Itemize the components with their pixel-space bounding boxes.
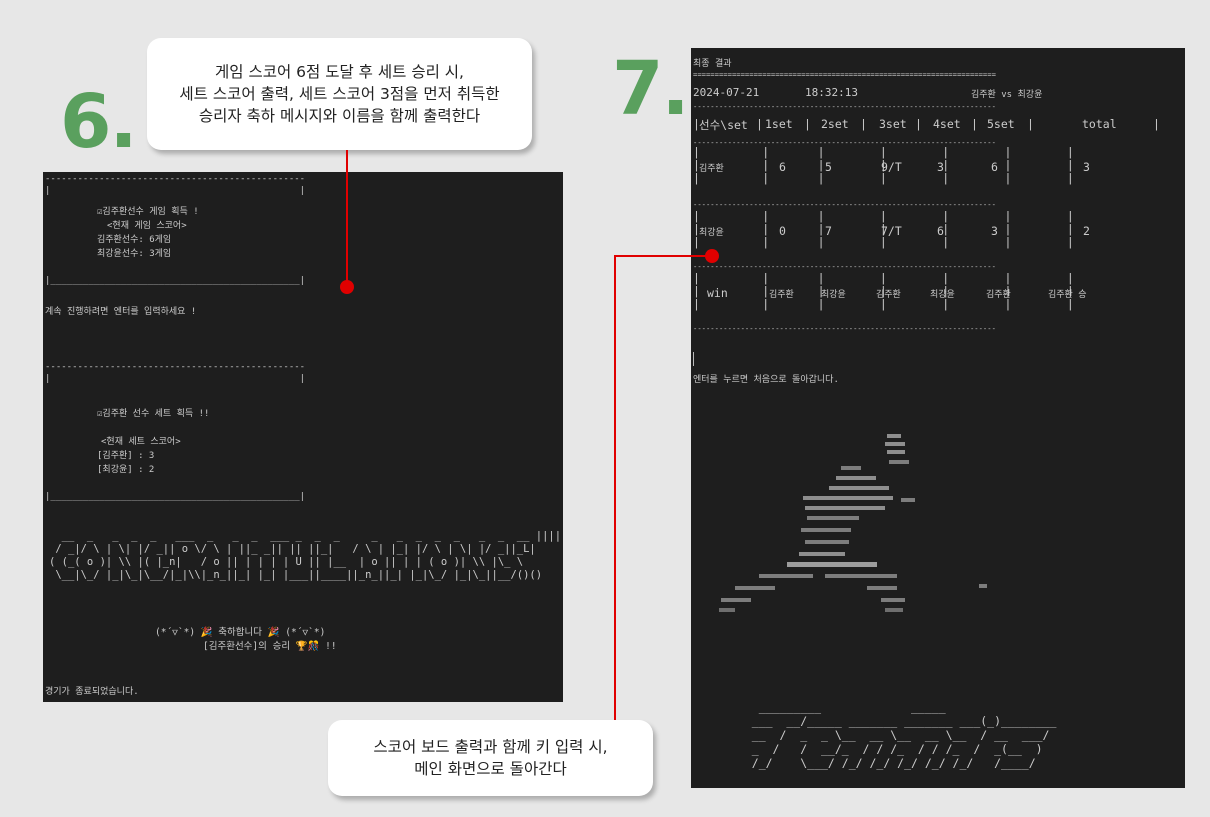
connector-line bbox=[614, 255, 616, 755]
callout-set-win: 게임 스코어 6점 도달 후 세트 승리 시, 세트 스코어 출력, 세트 스코… bbox=[147, 38, 532, 150]
set-box-subtitle: <현재 세트 스코어> bbox=[101, 437, 181, 447]
connector-dot bbox=[705, 249, 719, 263]
step-number-7: 7. bbox=[612, 46, 690, 132]
scoreboard-table: | 선수\set | 1set | 2set | 3set | 4set | 5… bbox=[693, 114, 1185, 333]
result-header: 최종 결과 bbox=[693, 59, 732, 69]
set-score-player2: [최강윤] : 2 bbox=[97, 465, 155, 475]
set-score: 0 bbox=[779, 224, 786, 238]
game-box-subtitle: <현재 게임 스코어> bbox=[107, 221, 187, 231]
set-score-player1: [김주환] : 3 bbox=[97, 451, 155, 461]
col-header: 2set bbox=[821, 117, 849, 131]
ascii-line: ( (_( o )| \\ |( |_n| / o || | | | | U |… bbox=[49, 556, 524, 568]
connector-dot bbox=[340, 280, 354, 294]
connector-line bbox=[346, 150, 348, 287]
header-separator: ========================================… bbox=[693, 70, 996, 79]
game-score-player1: 김주환선수: 6게임 bbox=[97, 235, 172, 245]
set-score: 6 bbox=[937, 224, 944, 238]
table-row: | | | | | | | | | | | | | | | | | | | | … bbox=[693, 146, 1185, 196]
ascii-line: _________ _____ bbox=[731, 700, 946, 714]
table-divider: ----------------------------------------… bbox=[693, 262, 996, 271]
total-score: 2 bbox=[1083, 224, 1090, 238]
tennis-player-ascii-art bbox=[719, 434, 987, 612]
game-box-side: | | bbox=[45, 186, 306, 196]
match-versus: 김주환 vs 최강윤 bbox=[971, 90, 1043, 100]
table-header-row: | 선수\set | 1set | 2set | 3set | 4set | 5… bbox=[693, 117, 1160, 132]
table-top-border: ----------------------------------------… bbox=[693, 102, 996, 111]
callout-line: 게임 스코어 6점 도달 후 세트 승리 시, bbox=[215, 63, 464, 81]
game-box-title: ☑김주환선수 게임 획득 ! bbox=[97, 207, 199, 217]
table-divider: ----------------------------------------… bbox=[693, 200, 996, 209]
col-header: 3set bbox=[879, 117, 907, 131]
callout-line: 승리자 축하 메시지와 이름을 함께 출력한다 bbox=[198, 107, 481, 125]
set-score: 3 bbox=[937, 160, 944, 174]
match-time: 18:32:13 bbox=[805, 86, 858, 99]
callout-line: 메인 화면으로 돌아간다 bbox=[414, 760, 567, 778]
text-cursor bbox=[693, 352, 694, 366]
return-message: 엔터를 누르면 처음으로 돌아갑니다. bbox=[693, 375, 839, 385]
set-winner: 김주환 bbox=[986, 290, 1011, 300]
tennis-ascii-title: _________ _____ ___ __/_____ _______ ___… bbox=[731, 700, 1057, 770]
total-score: 3 bbox=[1083, 160, 1090, 174]
ascii-line: /_/ \___/ /_/ /_/ /_/ /_/ /_/ /____/ bbox=[731, 756, 1036, 770]
win-label: win bbox=[707, 286, 728, 300]
winner-message: [김주환선수]의 승리 🏆🎊 !! bbox=[203, 641, 337, 652]
right-terminal-window: 최종 결과 ==================================… bbox=[691, 48, 1185, 788]
ascii-line: __ _ _ _ _ ___ _ _ _ ___ _ _ _ _ _ _ _ _… bbox=[49, 530, 562, 542]
set-box-top: ----------------------------------------… bbox=[45, 362, 306, 372]
callout-return-main: 스코어 보드 출력과 함께 키 입력 시, 메인 화면으로 돌아간다 bbox=[328, 720, 653, 796]
congrats-ascii-art: __ _ _ _ _ ___ _ _ _ ___ _ _ _ _ _ _ _ _… bbox=[49, 530, 561, 582]
col-header: total bbox=[1082, 117, 1117, 131]
table-win-row: | | | | | | | | | | | | | | | | | | | | … bbox=[693, 272, 1185, 322]
set-score: 7 bbox=[825, 224, 832, 238]
set-score: 5 bbox=[825, 160, 832, 174]
set-score: 3 bbox=[991, 224, 998, 238]
set-winner: 김주환 bbox=[876, 290, 901, 300]
set-score: 6 bbox=[991, 160, 998, 174]
set-score: 6 bbox=[779, 160, 786, 174]
match-result: 김주환 승 bbox=[1048, 290, 1087, 300]
set-winner: 최강윤 bbox=[930, 290, 955, 300]
ascii-line: \__|\_/ |_|\_|\__/|_|\\|_n_||_| |_| |___… bbox=[49, 569, 543, 581]
set-box-title: ☑김주환 선수 세트 획득 !! bbox=[97, 409, 210, 419]
set-winner: 김주환 bbox=[769, 290, 794, 300]
connector-line bbox=[614, 255, 712, 257]
game-box-top: ----------------------------------------… bbox=[45, 174, 306, 184]
set-score: 9/T bbox=[881, 160, 902, 174]
callout-line: 스코어 보드 출력과 함께 키 입력 시, bbox=[373, 738, 608, 756]
set-winner: 최강윤 bbox=[821, 290, 846, 300]
col-header: 5set bbox=[987, 117, 1015, 131]
table-bottom-border: ----------------------------------------… bbox=[693, 324, 996, 333]
table-row: | | | | | | | | | | | | | | | | | | | | … bbox=[693, 210, 1185, 260]
game-end-message: 경기가 종료되었습니다. bbox=[45, 687, 139, 697]
set-score: 7/T bbox=[881, 224, 902, 238]
game-score-player2: 최강윤선수: 3게임 bbox=[97, 249, 172, 259]
ascii-line: __ / _ _ \__ __ \__ __ \__ / __ ___/ bbox=[731, 728, 1050, 742]
ascii-line: / _|/ \ | \| |/ _|| o \/ \ | ||_ _|| || … bbox=[49, 543, 536, 555]
match-date: 2024-07-21 bbox=[693, 86, 760, 99]
player-name: 김주환 bbox=[699, 164, 724, 174]
ascii-line: ___ __/_____ _______ _______ ___(_)_____… bbox=[731, 714, 1057, 728]
col-header: 4set bbox=[933, 117, 961, 131]
celebrate-message: (*´▽`*) 🎉 축하합니다 🎉 (*´▽`*) bbox=[155, 627, 326, 638]
ascii-line: _ / / __/_ / / /_ / / /_ / _(__ ) bbox=[731, 742, 1043, 756]
continue-message: 계속 진행하려면 엔터를 입력하세요 ! bbox=[45, 307, 197, 317]
col-header: 1set bbox=[765, 117, 793, 131]
callout-line: 세트 스코어 출력, 세트 스코어 3점을 먼저 취득한 bbox=[179, 85, 500, 103]
col-header: 선수\set bbox=[699, 118, 748, 132]
set-box-side: | | bbox=[45, 374, 306, 384]
step-number-6: 6. bbox=[60, 79, 138, 165]
left-terminal-window: ----------------------------------------… bbox=[43, 172, 563, 702]
set-box-bottom: |_______________________________________… bbox=[45, 492, 306, 502]
game-box-bottom: |_______________________________________… bbox=[45, 276, 306, 286]
player-name: 최강윤 bbox=[699, 228, 724, 238]
